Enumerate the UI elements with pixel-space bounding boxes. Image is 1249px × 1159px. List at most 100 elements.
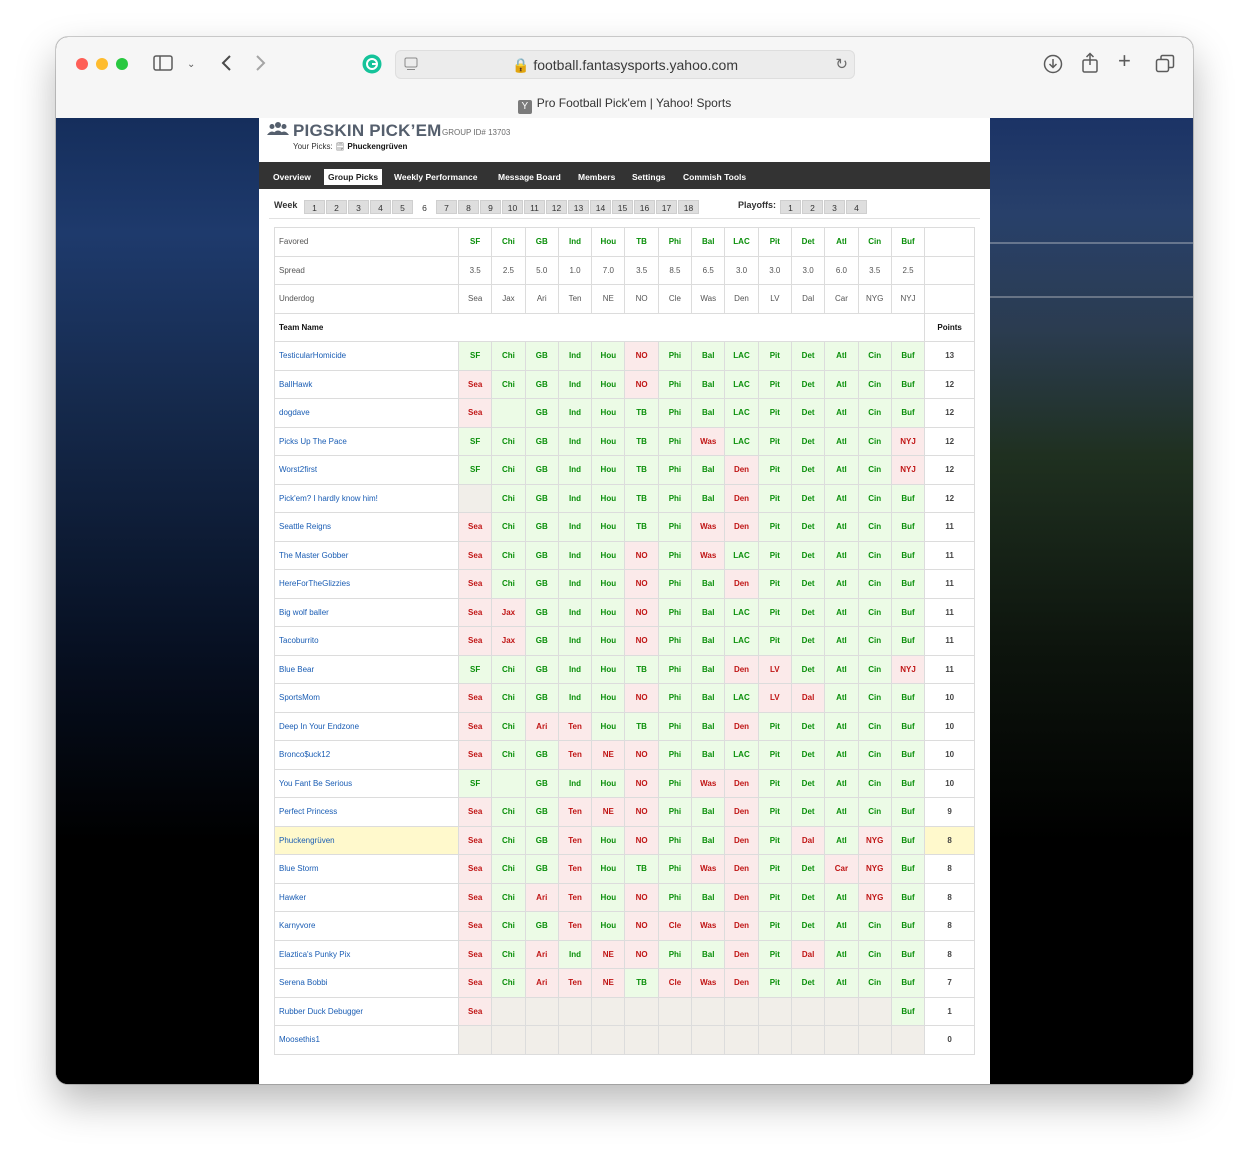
playoff-week-button-3[interactable]: 3 <box>824 200 845 214</box>
team-name-link[interactable]: SportsMom <box>274 683 459 713</box>
close-window-button[interactable] <box>76 58 88 70</box>
team-name-link[interactable]: Pick'em? I hardly know him! <box>274 483 459 513</box>
team-name-link[interactable]: Moosethis1 <box>274 1025 459 1055</box>
team-name-link[interactable]: Phuckengrüven <box>274 825 459 855</box>
back-icon[interactable] <box>220 54 232 72</box>
week-button-15[interactable]: 15 <box>612 200 633 214</box>
pick-cell: Hou <box>591 911 626 941</box>
sidebar-icon[interactable] <box>153 55 173 71</box>
team-name-link[interactable]: Hawker <box>274 882 459 912</box>
team-name-header[interactable]: Team Name <box>273 312 926 342</box>
week-button-4[interactable]: 4 <box>370 200 391 214</box>
team-name-link[interactable]: Deep In Your Endzone <box>274 711 459 741</box>
team-name-link[interactable]: Serena Bobbi <box>274 968 459 998</box>
playoff-week-button-4[interactable]: 4 <box>846 200 867 214</box>
team-name-link[interactable]: TesticularHomicide <box>274 341 459 371</box>
team-name-link[interactable]: Seattle Reigns <box>274 512 459 542</box>
team-name-link[interactable]: Blue Storm <box>274 854 459 884</box>
team-name-link[interactable]: dogdave <box>274 398 459 428</box>
nav-overview[interactable]: Overview <box>269 169 315 185</box>
pick-cell: NYG <box>857 882 892 912</box>
tab-title[interactable]: Y Pro Football Pick'em | Yahoo! Sports <box>56 96 1193 114</box>
minimize-window-button[interactable] <box>96 58 108 70</box>
team-name-link[interactable]: Perfect Princess <box>274 797 459 827</box>
notepad-icon[interactable]: 🗒 <box>335 142 345 151</box>
team-name-link[interactable]: Picks Up The Pace <box>274 426 459 456</box>
nav-commish-tools[interactable]: Commish Tools <box>679 169 750 185</box>
your-picks-name[interactable]: Phuckengrüven <box>347 142 407 151</box>
pick-cell <box>824 996 859 1026</box>
team-name-link[interactable]: Worst2first <box>274 455 459 485</box>
pick-cell: LAC <box>724 369 759 399</box>
week-button-8[interactable]: 8 <box>458 200 479 214</box>
underdog-team: Was <box>691 284 726 314</box>
pick-cell: Hou <box>591 341 626 371</box>
week-button-7[interactable]: 7 <box>436 200 457 214</box>
spread-value: 3.5 <box>457 255 493 285</box>
pick-cell: GB <box>524 626 559 656</box>
week-button-16[interactable]: 16 <box>634 200 655 214</box>
pick-cell: Cin <box>857 426 892 456</box>
team-name-link[interactable]: Blue Bear <box>274 654 459 684</box>
nav-group-picks[interactable]: Group Picks <box>324 169 383 185</box>
table-row: Deep In Your Endzone Sea Chi Ari Ten Hou TB Phi… <box>274 711 976 741</box>
address-bar[interactable]: 🔒 football.fantasysports.yahoo.com ↻ <box>395 50 855 79</box>
new-tab-icon[interactable]: + <box>1118 50 1131 72</box>
points-header[interactable]: Points <box>924 312 976 342</box>
nav-message-board[interactable]: Message Board <box>494 169 565 185</box>
week-button-3[interactable]: 3 <box>348 200 369 214</box>
team-name-link[interactable]: Rubber Duck Debugger <box>274 996 459 1026</box>
forward-icon[interactable] <box>255 54 267 72</box>
pick-cell: Was <box>691 911 726 941</box>
team-name-link[interactable]: Tacoburrito <box>274 626 459 656</box>
pick-cell: Pit <box>757 369 792 399</box>
field-line <box>990 242 1193 244</box>
week-button-6[interactable]: 6 <box>414 200 435 214</box>
week-button-14[interactable]: 14 <box>590 200 611 214</box>
team-name-link[interactable]: The Master Gobber <box>274 540 459 570</box>
team-name-link[interactable]: You Fant Be Serious <box>274 768 459 798</box>
team-name-link[interactable]: Bronco$uck12 <box>274 740 459 770</box>
pick-cell: Pit <box>757 569 792 599</box>
week-button-5[interactable]: 5 <box>392 200 413 214</box>
pick-cell: Hou <box>591 540 626 570</box>
team-name-link[interactable]: BallHawk <box>274 369 459 399</box>
team-name-link[interactable]: Karnyvore <box>274 911 459 941</box>
download-icon[interactable] <box>1043 54 1063 74</box>
favored-team: Bal <box>691 227 726 257</box>
pick-cell: Ten <box>557 797 593 827</box>
reload-icon[interactable]: ↻ <box>835 55 848 73</box>
pick-cell: Ari <box>524 939 559 969</box>
team-name-link[interactable]: HereForTheGlizzies <box>274 569 459 599</box>
playoff-week-button-2[interactable]: 2 <box>802 200 823 214</box>
week-button-10[interactable]: 10 <box>502 200 523 214</box>
pick-cell: Phi <box>657 711 693 741</box>
nav-settings[interactable]: Settings <box>628 169 670 185</box>
week-button-1[interactable]: 1 <box>304 200 325 214</box>
tab-overview-icon[interactable] <box>1155 54 1175 74</box>
team-name-link[interactable]: Elaztica's Punky Pix <box>274 939 459 969</box>
favored-team: SF <box>457 227 493 257</box>
zoom-window-button[interactable] <box>116 58 128 70</box>
week-button-17[interactable]: 17 <box>656 200 677 214</box>
pick-cell: Den <box>724 768 759 798</box>
chevron-down-icon[interactable]: ⌄ <box>187 56 195 74</box>
nav-weekly-performance[interactable]: Weekly Performance <box>390 169 481 185</box>
pick-cell: LV <box>757 654 792 684</box>
grammarly-icon[interactable] <box>362 54 382 74</box>
week-button-2[interactable]: 2 <box>326 200 347 214</box>
week-button-12[interactable]: 12 <box>546 200 567 214</box>
pick-cell: Pit <box>757 968 792 998</box>
playoff-week-button-1[interactable]: 1 <box>780 200 801 214</box>
pick-cell: Ind <box>557 512 593 542</box>
nav-members[interactable]: Members <box>574 169 619 185</box>
week-button-18[interactable]: 18 <box>678 200 699 214</box>
share-icon[interactable] <box>1081 52 1099 74</box>
pick-cell: LAC <box>724 426 759 456</box>
pick-cell: Bal <box>691 483 726 513</box>
week-button-11[interactable]: 11 <box>524 200 545 214</box>
week-button-9[interactable]: 9 <box>480 200 501 214</box>
week-button-13[interactable]: 13 <box>568 200 589 214</box>
team-name-link[interactable]: Big wolf baller <box>274 597 459 627</box>
pick-cell: Pit <box>757 597 792 627</box>
